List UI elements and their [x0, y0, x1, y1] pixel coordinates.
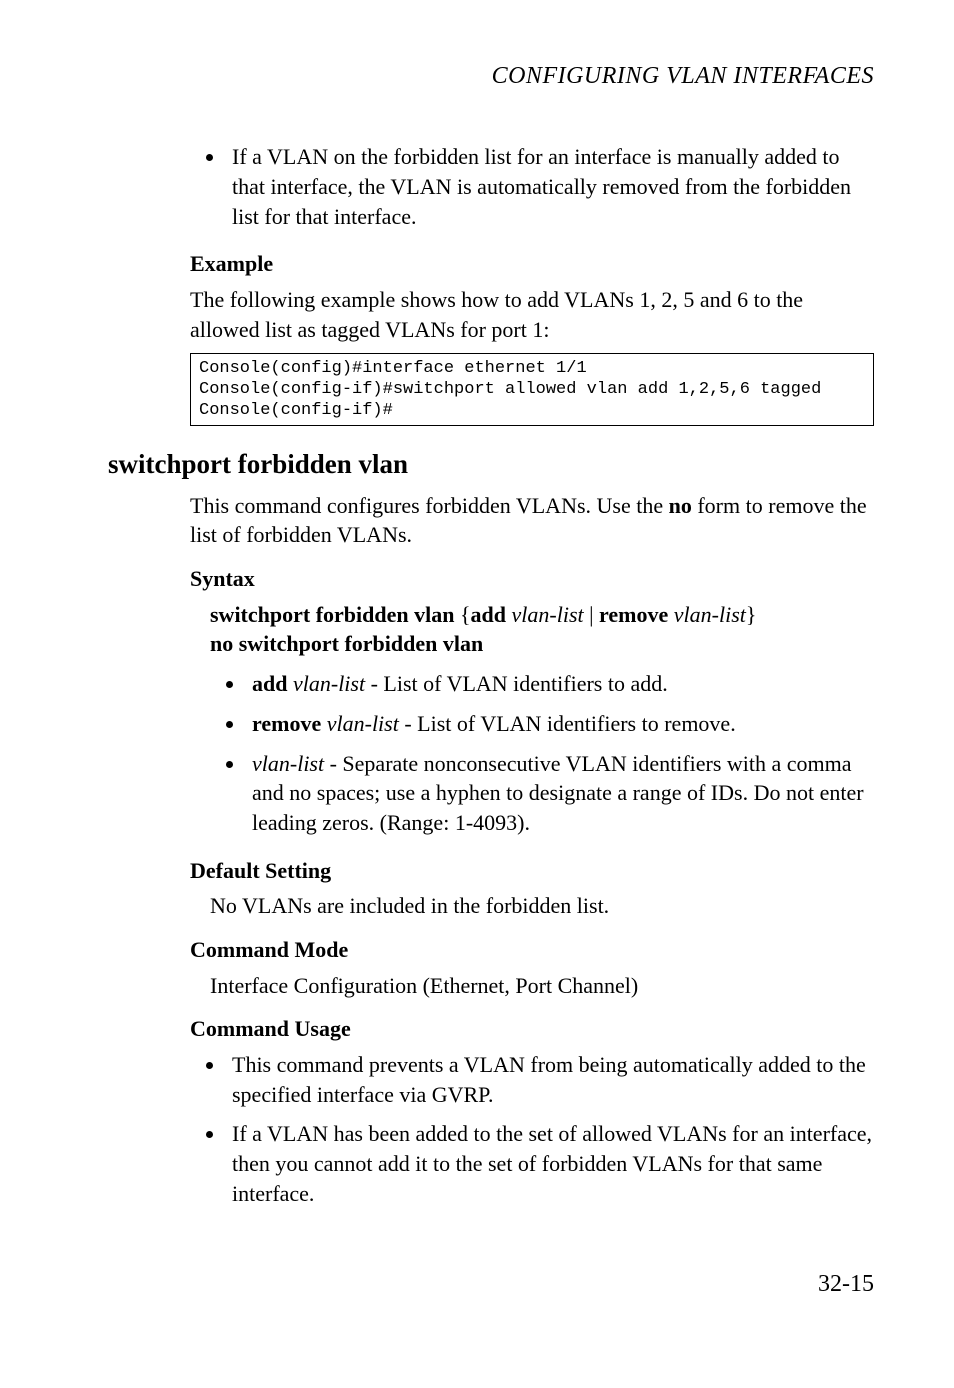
italic-text: vlan-list	[252, 751, 324, 776]
syntax-option-list: add vlan-list - List of VLAN identifiers…	[210, 669, 874, 837]
italic-text: vlan-list	[293, 671, 365, 696]
bold-text: remove	[252, 711, 321, 736]
text: This command configures forbidden VLANs.…	[190, 493, 669, 518]
section-title: switchport forbidden vlan	[108, 446, 874, 482]
section-intro: This command configures forbidden VLANs.…	[190, 491, 874, 550]
default-setting-text: No VLANs are included in the forbidden l…	[210, 891, 874, 921]
list-item: vlan-list - Separate nonconsecutive VLAN…	[246, 749, 874, 838]
example-intro: The following example shows how to add V…	[190, 285, 874, 344]
page-number: 32-15	[108, 1268, 874, 1300]
text: - List of VLAN identifiers to add.	[365, 671, 668, 696]
running-header: CONFIGURING VLAN INTERFACES	[108, 60, 874, 92]
text: {	[454, 602, 470, 627]
bold-text: no	[669, 493, 692, 518]
command-usage-heading: Command Usage	[190, 1014, 874, 1044]
list-item: This command prevents a VLAN from being …	[226, 1050, 874, 1109]
command-mode-text: Interface Configuration (Ethernet, Port …	[210, 971, 874, 1001]
list-item: If a VLAN on the forbidden list for an i…	[226, 142, 874, 231]
bold-text: add	[252, 671, 287, 696]
text: }	[746, 602, 757, 627]
command-mode-heading: Command Mode	[190, 935, 874, 965]
bold-text: switchport forbidden vlan	[210, 602, 454, 627]
list-item: If a VLAN has been added to the set of a…	[226, 1119, 874, 1208]
bold-text: add	[471, 602, 506, 627]
syntax-line: switchport forbidden vlan {add vlan-list…	[210, 600, 874, 630]
command-usage-list: This command prevents a VLAN from being …	[190, 1050, 874, 1208]
text: - List of VLAN identifiers to remove.	[399, 711, 736, 736]
italic-text: vlan-list	[512, 602, 584, 627]
list-item: add vlan-list - List of VLAN identifiers…	[246, 669, 874, 699]
bold-text: no switchport forbidden vlan	[210, 631, 483, 656]
default-setting-heading: Default Setting	[190, 856, 874, 886]
text: |	[584, 602, 599, 627]
code-block: Console(config)#interface ethernet 1/1 C…	[190, 353, 874, 427]
list-item: remove vlan-list - List of VLAN identifi…	[246, 709, 874, 739]
top-bullet-list: If a VLAN on the forbidden list for an i…	[190, 142, 874, 231]
bold-text: remove	[599, 602, 668, 627]
italic-text: vlan-list	[674, 602, 746, 627]
text: - Separate nonconsecutive VLAN identifie…	[252, 751, 864, 835]
example-heading: Example	[190, 249, 874, 279]
italic-text: vlan-list	[327, 711, 399, 736]
syntax-line: no switchport forbidden vlan	[210, 629, 874, 659]
syntax-heading: Syntax	[190, 564, 874, 594]
